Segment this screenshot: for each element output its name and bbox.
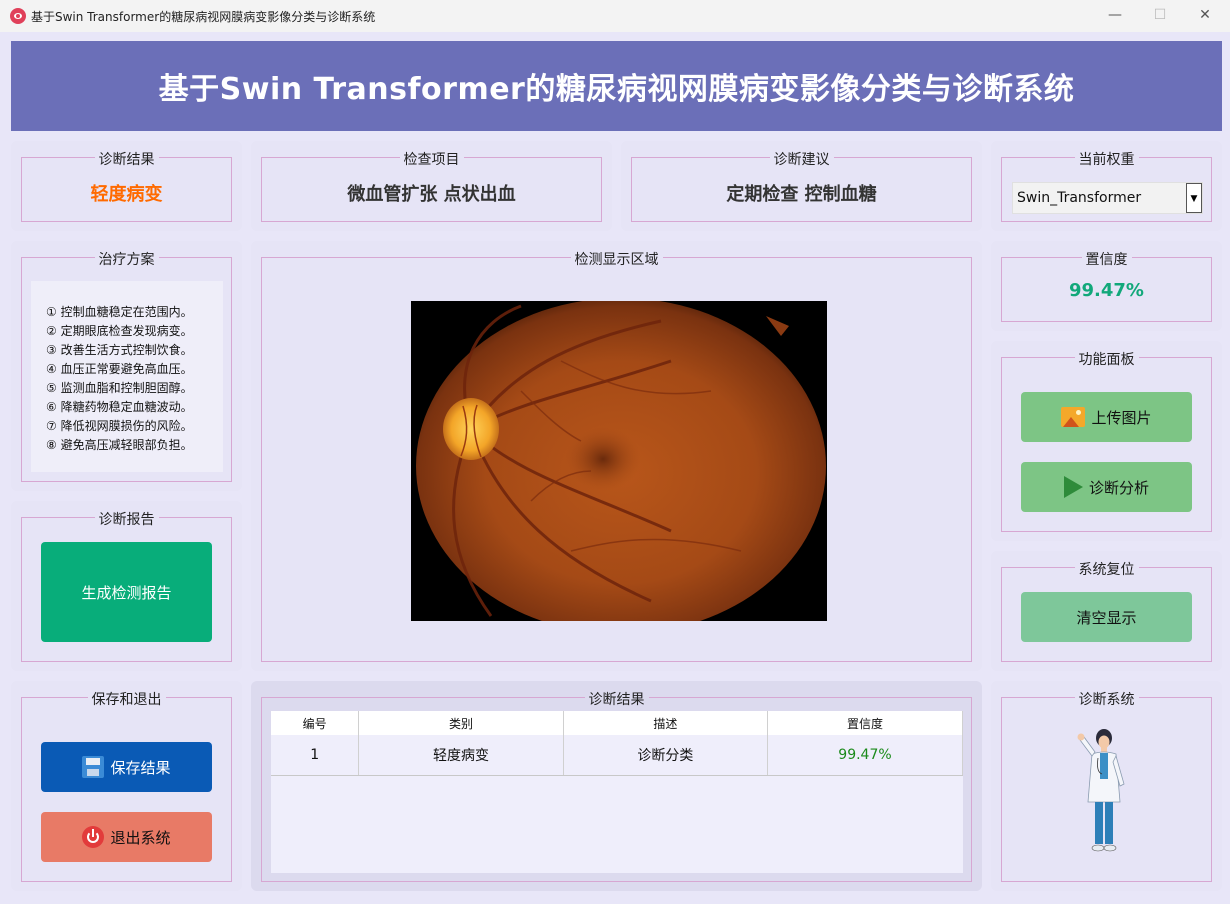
display-card: 检测显示区域 (251, 241, 982, 671)
cell-description: 诊断分类 (563, 735, 769, 776)
treatment-item: ⑤ 监测血脂和控制胆固醇。 (46, 381, 193, 395)
cell-confidence: 99.47% (767, 735, 963, 776)
results-legend: 诊断结果 (584, 692, 649, 708)
upload-image-button[interactable]: 上传图片 (1021, 392, 1192, 442)
table-header-row: 编号 类别 描述 置信度 (271, 711, 963, 735)
save-results-button[interactable]: 保存结果 (41, 742, 212, 792)
treatment-item: ⑦ 降低视网膜损伤的风险。 (46, 419, 193, 433)
result-card: 诊断结果 轻度病变 (11, 141, 242, 231)
mascot-group: 诊断系统 (1001, 692, 1212, 882)
diagnose-button[interactable]: 诊断分析 (1021, 462, 1192, 512)
advice-group: 诊断建议 定期检查 控制血糖 (631, 152, 972, 222)
function-group: 功能面板 上传图片 诊断分析 (1001, 352, 1212, 532)
generate-report-button[interactable]: 生成检测报告 (41, 542, 212, 642)
treatment-legend: 治疗方案 (94, 252, 159, 268)
advice-legend: 诊断建议 (769, 152, 834, 168)
treatment-group: 治疗方案 ① 控制血糖稳定在范围内。 ② 定期眼底检查发现病变。 ③ 改善生活方… (21, 252, 232, 482)
report-legend: 诊断报告 (94, 512, 159, 528)
save-exit-legend: 保存和退出 (87, 692, 166, 708)
advice-card: 诊断建议 定期检查 控制血糖 (621, 141, 982, 231)
save-exit-card: 保存和退出 保存结果 退出系统 (11, 681, 242, 891)
treatment-item: ④ 血压正常要避免高血压。 (46, 362, 193, 376)
header-banner: 基于Swin Transformer的糖尿病视网膜病变影像分类与诊断系统 (11, 41, 1222, 131)
fundus-image (411, 301, 827, 621)
window-titlebar: 基于Swin Transformer的糖尿病视网膜病变影像分类与诊断系统 — ☐… (0, 0, 1230, 32)
play-icon (1063, 476, 1083, 498)
cell-category: 轻度病变 (358, 735, 564, 776)
weight-selected-value: Swin_Transformer (1017, 190, 1142, 206)
treatment-item: ② 定期眼底检查发现病变。 (46, 324, 193, 338)
window-title: 基于Swin Transformer的糖尿病视网膜病变影像分类与诊断系统 (31, 10, 376, 24)
clear-display-button[interactable]: 清空显示 (1021, 592, 1192, 642)
reset-legend: 系统复位 (1074, 562, 1139, 578)
result-legend: 诊断结果 (94, 152, 159, 168)
treatment-item: ⑥ 降糖药物稳定血糖波动。 (46, 400, 193, 414)
results-group: 诊断结果 编号 类别 描述 置信度 1 轻度病变 诊断分类 99.47% (261, 692, 972, 882)
mascot-card: 诊断系统 (991, 681, 1222, 891)
treatment-item: ③ 改善生活方式控制饮食。 (46, 343, 193, 357)
table-row[interactable]: 1 轻度病变 诊断分类 99.47% (271, 735, 963, 776)
column-header-category[interactable]: 类别 (358, 711, 564, 735)
save-exit-group: 保存和退出 保存结果 退出系统 (21, 692, 232, 882)
power-icon (82, 826, 105, 848)
minimize-button[interactable]: — (1103, 4, 1127, 26)
reset-card: 系统复位 清空显示 (991, 551, 1222, 671)
confidence-legend: 置信度 (1081, 252, 1132, 268)
column-header-id[interactable]: 编号 (271, 711, 360, 735)
results-card: 诊断结果 编号 类别 描述 置信度 1 轻度病变 诊断分类 99.47% (251, 681, 982, 891)
save-label: 保存结果 (110, 758, 171, 777)
main-area: 基于Swin Transformer的糖尿病视网膜病变影像分类与诊断系统 诊断结… (0, 32, 1230, 904)
weight-legend: 当前权重 (1074, 152, 1139, 168)
reset-group: 系统复位 清空显示 (1001, 562, 1212, 662)
upload-label: 上传图片 (1091, 408, 1152, 427)
exam-items-value: 微血管扩张 点状出血 (347, 184, 516, 205)
exam-legend: 检查项目 (399, 152, 464, 168)
exit-label: 退出系统 (110, 828, 171, 847)
column-header-confidence[interactable]: 置信度 (767, 711, 963, 735)
advice-value: 定期检查 控制血糖 (726, 184, 877, 205)
page-title: 基于Swin Transformer的糖尿病视网膜病变影像分类与诊断系统 (158, 72, 1075, 107)
exit-system-button[interactable]: 退出系统 (41, 812, 212, 862)
display-legend: 检测显示区域 (570, 252, 663, 268)
results-table: 编号 类别 描述 置信度 1 轻度病变 诊断分类 99.47% (271, 711, 963, 776)
doctor-illustration (1077, 729, 1125, 852)
column-header-description[interactable]: 描述 (563, 711, 769, 735)
exam-group: 检查项目 微血管扩张 点状出血 (261, 152, 602, 222)
close-button[interactable]: ✕ (1193, 4, 1217, 26)
treatment-item: ⑧ 避免高压减轻眼部负担。 (46, 438, 193, 452)
cell-id: 1 (271, 735, 360, 776)
treatment-list: ① 控制血糖稳定在范围内。 ② 定期眼底检查发现病变。 ③ 改善生活方式控制饮食… (31, 281, 223, 472)
mascot-legend: 诊断系统 (1074, 692, 1139, 708)
function-legend: 功能面板 (1074, 352, 1139, 368)
function-card: 功能面板 上传图片 诊断分析 (991, 341, 1222, 541)
dropdown-arrow-icon[interactable]: ▼ (1186, 183, 1202, 213)
treatment-item: ① 控制血糖稳定在范围内。 (46, 305, 193, 319)
report-group: 诊断报告 生成检测报告 (21, 512, 232, 662)
maximize-button[interactable]: ☐ (1148, 4, 1172, 26)
result-group: 诊断结果 轻度病变 (21, 152, 232, 222)
display-group: 检测显示区域 (261, 252, 972, 662)
confidence-value: 99.47% (1069, 280, 1144, 301)
confidence-card: 置信度 99.47% (991, 241, 1222, 331)
treatment-card: 治疗方案 ① 控制血糖稳定在范围内。 ② 定期眼底检查发现病变。 ③ 改善生活方… (11, 241, 242, 491)
confidence-group: 置信度 99.47% (1001, 252, 1212, 322)
app-eye-icon (10, 8, 26, 24)
image-icon (1061, 407, 1086, 427)
weight-select[interactable]: Swin_Transformer ▼ (1012, 182, 1203, 214)
diagnose-label: 诊断分析 (1088, 478, 1149, 497)
diagnosis-result-value: 轻度病变 (90, 184, 163, 205)
report-card: 诊断报告 生成检测报告 (11, 501, 242, 671)
weight-card: 当前权重 Swin_Transformer ▼ (991, 141, 1222, 231)
exam-card: 检查项目 微血管扩张 点状出血 (251, 141, 612, 231)
floppy-disk-icon (82, 756, 105, 778)
weight-group: 当前权重 Swin_Transformer ▼ (1001, 152, 1212, 222)
